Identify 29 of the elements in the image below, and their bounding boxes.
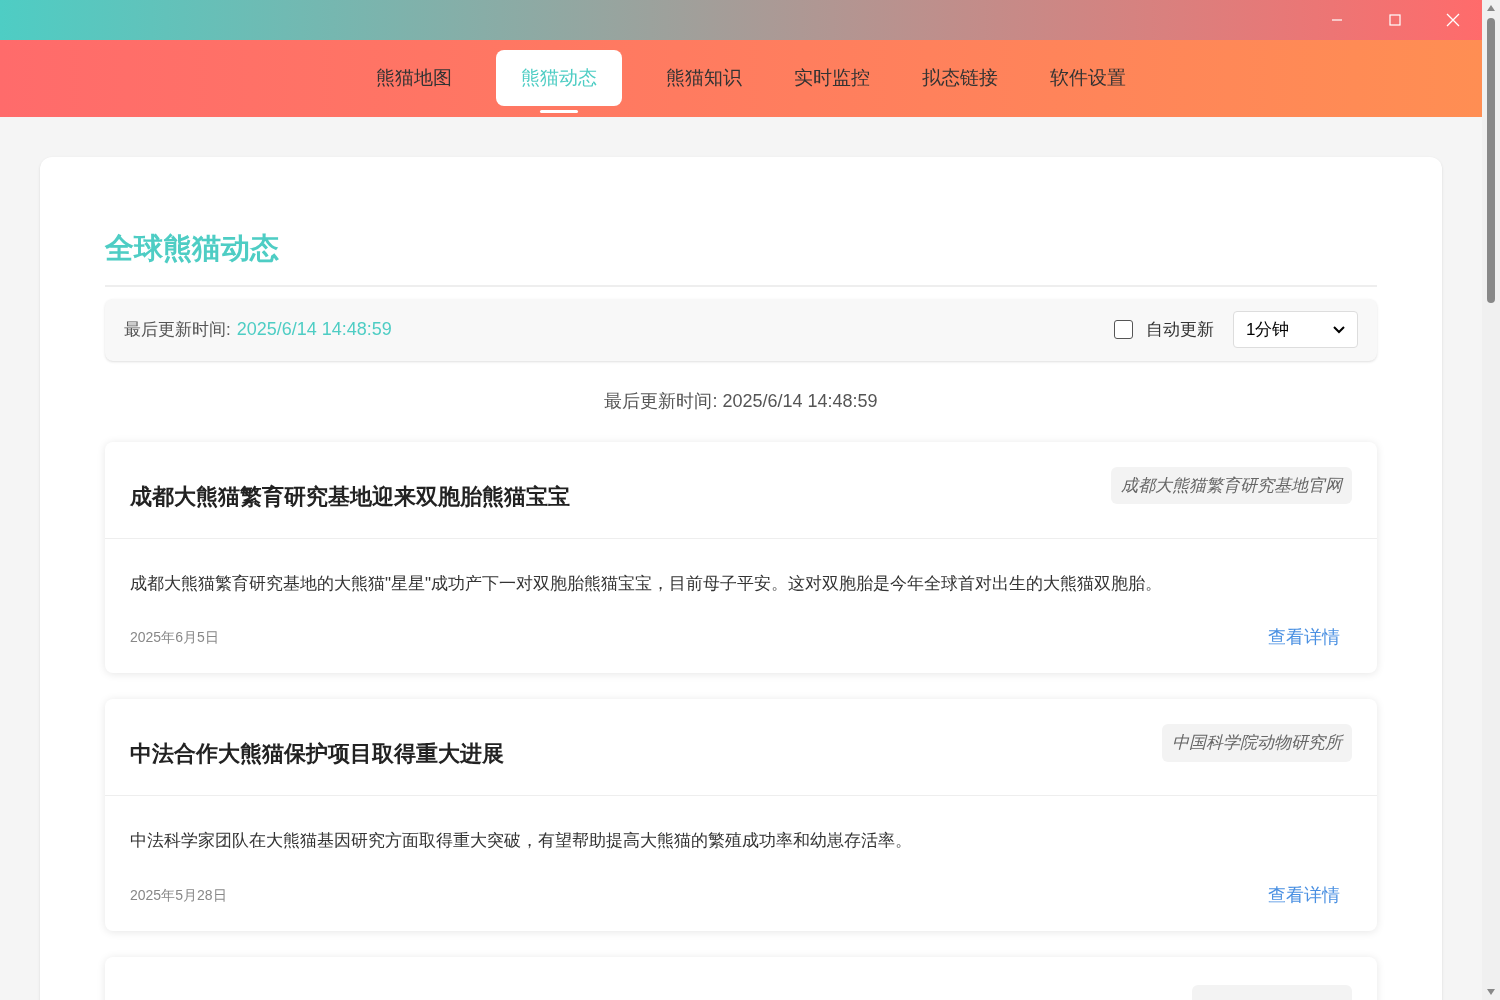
scrollbar-thumb[interactable] — [1487, 18, 1495, 303]
source-tag: 成都大熊猫繁育研究基地官网 — [1111, 466, 1352, 504]
nav-tab[interactable]: 熊猫地图 — [368, 50, 460, 106]
source-tag: 中国科学院动物研究所 — [1162, 724, 1352, 762]
nav-tab[interactable]: 熊猫知识 — [658, 50, 750, 106]
details-link[interactable]: 查看详情 — [1268, 881, 1340, 909]
close-icon — [1446, 13, 1460, 27]
scroll-up-icon[interactable] — [1486, 4, 1496, 12]
news-date: 2025年6月5日 — [130, 628, 219, 647]
update-label: 最后更新时间: — [124, 318, 231, 341]
news-title: 中法合作大熊猫保护项目取得重大进展 — [130, 740, 504, 768]
chevron-down-icon — [1333, 325, 1345, 334]
active-tab-indicator — [540, 110, 578, 113]
news-date: 2025年5月28日 — [130, 885, 227, 905]
news-title: 成都大熊猫繁育研究基地迎来双胞胎熊猫宝宝 — [130, 482, 570, 511]
nav-tab[interactable]: 拟态链接 — [914, 50, 1006, 106]
last-updated-text: 最后更新时间: 2025/6/14 14:48:59 — [603, 389, 879, 413]
scroll-down-icon[interactable] — [1486, 988, 1496, 996]
auto-update-checkbox[interactable] — [1114, 320, 1133, 339]
page-title: 全球熊猫动态 — [105, 227, 1377, 287]
interval-select[interactable]: 1分钟 — [1233, 311, 1358, 348]
nav-tab[interactable]: 软件设置 — [1042, 50, 1134, 106]
news-summary: 中法科学家团队在大熊猫基因研究方面取得重大突破，有望帮助提高大熊猫的繁殖成功率和幼崽存活率。 — [130, 830, 913, 852]
auto-update-label: 自动更新 — [1146, 318, 1214, 341]
update-time: 2025/6/14 14:48:59 — [236, 318, 392, 341]
details-link[interactable]: 查看详情 — [1268, 624, 1340, 651]
news-summary: 成都大熊猫繁育研究基地的大熊猫"星星"成功产下一对双胞胎熊猫宝宝，目前母子平安。这对双胞胎是今年全球首对出生的大熊猫双胞胎。 — [130, 572, 1164, 595]
nav-tab[interactable]: 实时监控 — [786, 50, 878, 106]
maximize-icon — [1389, 14, 1401, 26]
